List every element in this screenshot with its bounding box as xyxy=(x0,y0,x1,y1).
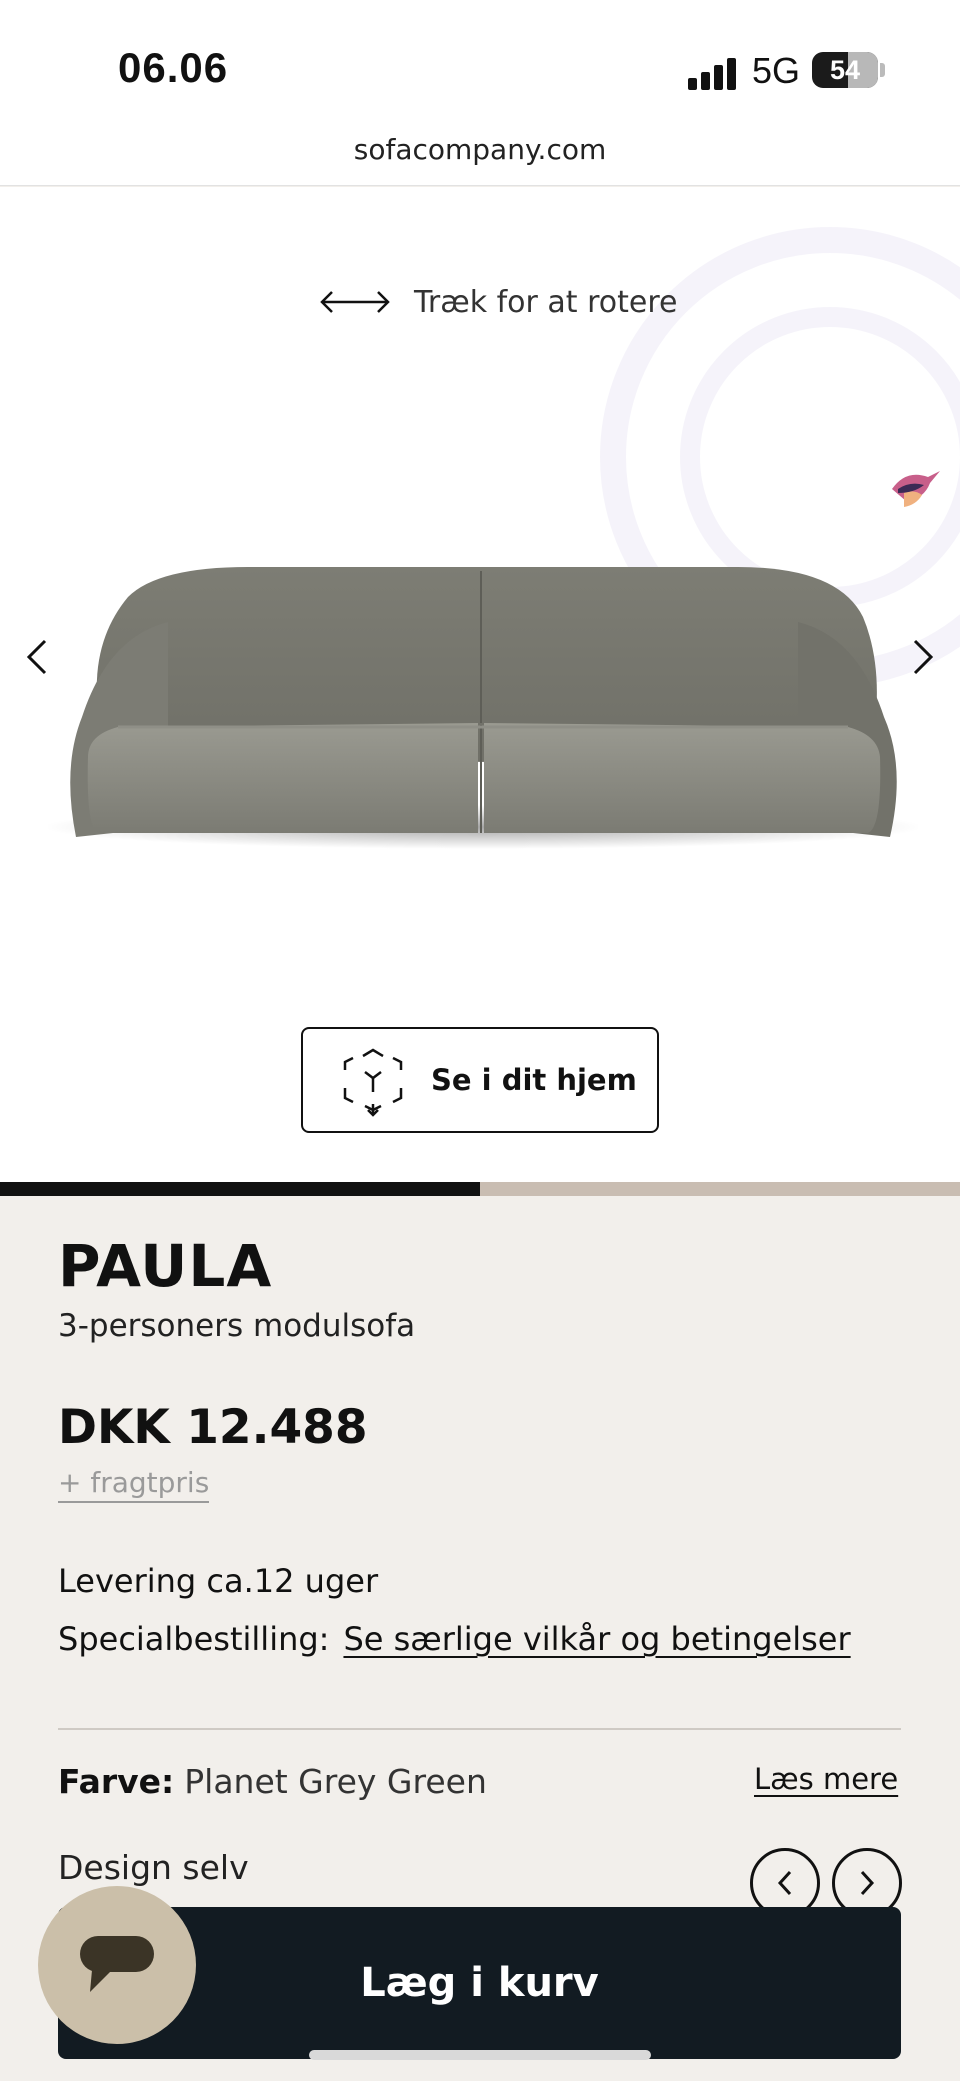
url-text: sofacompany.com xyxy=(353,133,607,166)
rotate-hint: Træk for at rotere xyxy=(318,277,677,327)
shipping-price-link[interactable]: + fragtpris xyxy=(58,1466,210,1503)
special-order-label: Specialbestilling: xyxy=(58,1620,330,1658)
status-time: 06.06 xyxy=(118,44,229,91)
color-label: Farve: xyxy=(58,1762,175,1801)
gallery-progress-track xyxy=(0,1182,960,1196)
chat-icon xyxy=(80,1936,154,1992)
home-indicator xyxy=(309,2050,651,2060)
chevron-left-icon xyxy=(26,639,47,675)
design-self-label: Design selv xyxy=(58,1848,249,1887)
product-3d-viewer[interactable]: Træk for at rotere Se i dit hjem xyxy=(0,187,960,1182)
battery-cap xyxy=(880,63,885,77)
delivery-time: Levering ca.12 uger xyxy=(58,1562,379,1600)
url-bar[interactable]: sofacompany.com xyxy=(0,120,960,186)
color-row: Farve: Planet Grey Green xyxy=(58,1762,487,1801)
chat-button[interactable] xyxy=(38,1886,196,2044)
color-value: Planet Grey Green xyxy=(184,1762,487,1801)
battery-icon: 54 xyxy=(812,52,878,88)
add-to-cart-label: Læg i kurv xyxy=(360,1960,599,2006)
chevron-left-icon xyxy=(777,1870,792,1896)
bird-logo-icon xyxy=(892,471,940,507)
view-in-home-label: Se i dit hjem xyxy=(431,1063,637,1097)
ar-cube-icon xyxy=(343,1048,403,1117)
battery-level: 54 xyxy=(829,55,861,85)
network-type: 5G xyxy=(752,50,801,91)
rotate-hint-text: Træk for at rotere xyxy=(414,284,678,320)
gallery-progress-fill xyxy=(0,1182,480,1196)
special-order-row: Specialbestilling: Se særlige vilkår og … xyxy=(58,1620,851,1658)
signal-icon xyxy=(688,56,738,90)
status-bar: 06.06 5G 54 xyxy=(0,0,960,120)
product-price: DKK 12.488 xyxy=(58,1400,368,1455)
special-terms-link[interactable]: Se særlige vilkår og betingelser xyxy=(343,1620,850,1658)
arrow-left-right-icon xyxy=(320,291,390,313)
sofa-image xyxy=(48,567,918,849)
divider xyxy=(58,1728,901,1730)
product-title: PAULA xyxy=(58,1232,273,1300)
view-in-home-button[interactable]: Se i dit hjem xyxy=(301,1027,659,1133)
product-subtitle: 3-personers modulsofa xyxy=(58,1308,416,1344)
chevron-right-icon xyxy=(860,1870,875,1896)
read-more-link[interactable]: Læs mere xyxy=(754,1762,898,1796)
